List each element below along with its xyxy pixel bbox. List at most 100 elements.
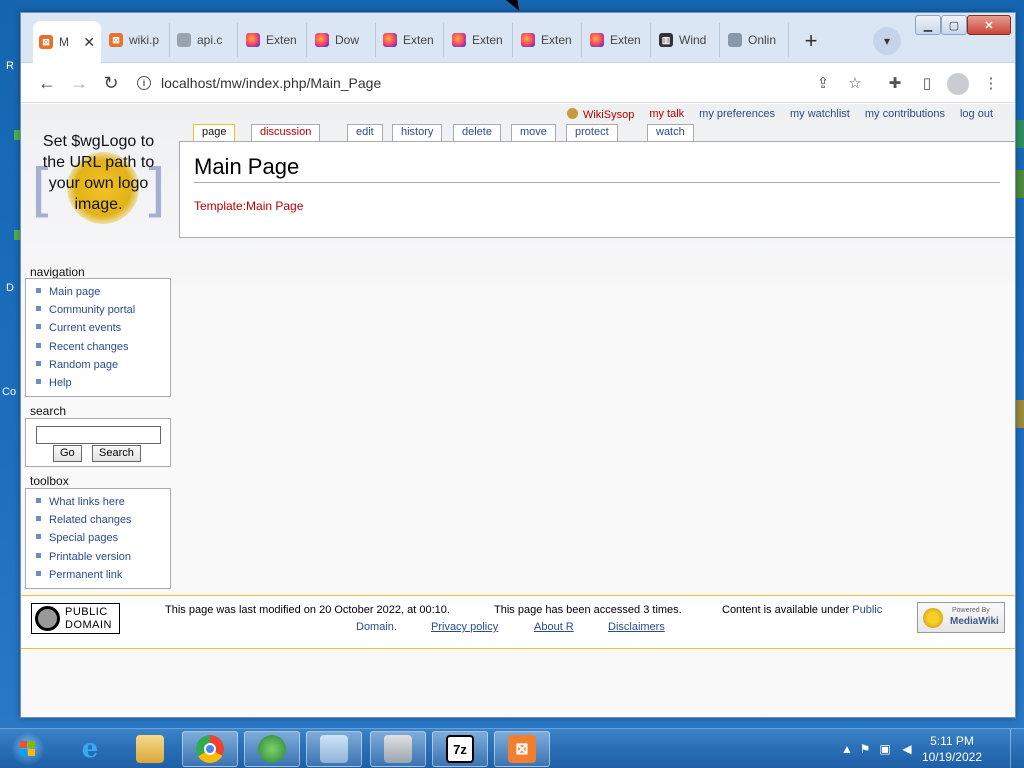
tab-protect[interactable]: protect	[566, 124, 618, 141]
taskbar-chrome[interactable]	[182, 731, 238, 767]
tab-main-page[interactable]: ⊠ M ✕	[33, 21, 101, 63]
toolbox-item-related-changes[interactable]: Related changes	[36, 511, 170, 529]
taskbar-notepad-app[interactable]	[306, 731, 362, 767]
my-talk-link[interactable]: my talk	[649, 108, 684, 121]
tab-history[interactable]: history	[392, 124, 443, 141]
tab[interactable]: api.c	[171, 23, 238, 57]
my-contributions-link[interactable]: my contributions	[865, 108, 945, 121]
back-icon[interactable]: ←	[35, 71, 59, 95]
user-page-link[interactable]: WikiSysop	[566, 108, 634, 121]
menu-icon[interactable]: ⋮	[981, 73, 1001, 93]
disclaimers-link[interactable]: Disclaimers	[608, 621, 665, 633]
sidebar-item-random-page[interactable]: Random page	[36, 356, 170, 374]
url-text[interactable]: localhost/mw/index.php/Main_Page	[161, 75, 381, 91]
desktop-icon[interactable]	[1016, 170, 1024, 198]
my-watchlist-link[interactable]: my watchlist	[790, 108, 850, 121]
my-preferences-link[interactable]: my preferences	[699, 108, 775, 121]
tab[interactable]: Exten	[240, 23, 307, 57]
bullet-icon	[36, 498, 41, 503]
show-hidden-icons-icon[interactable]: ▲	[840, 742, 854, 756]
tab-label: Exten	[472, 33, 503, 47]
tab[interactable]: Onlin	[722, 23, 789, 57]
extensions-icon[interactable]: ✚	[885, 73, 905, 93]
badge-line-1: PUBLIC	[65, 606, 108, 618]
taskbar: e 7z ⊠ ▲ ⚑ ▣ ◀ 5:11 PM 10/19/2022	[0, 728, 1024, 768]
sidebar-item-community-portal[interactable]: Community portal	[36, 301, 170, 319]
sidebar-item-current-events[interactable]: Current events	[36, 319, 170, 337]
bullet-icon	[36, 534, 41, 540]
taskbar-clock[interactable]: 5:11 PM 10/19/2022	[922, 733, 982, 765]
show-desktop-button[interactable]	[1010, 729, 1024, 768]
taskbar-xampp[interactable]: ⊠	[494, 731, 550, 767]
toolbox-item-printable-version[interactable]: Printable version	[36, 548, 170, 566]
search-button[interactable]: Search	[92, 445, 141, 462]
info-icon[interactable]: i	[137, 76, 151, 90]
tab-delete[interactable]: delete	[453, 124, 501, 141]
tab[interactable]: Exten	[446, 23, 513, 57]
navigation-portlet: Main page Community portal Current event…	[25, 278, 171, 397]
toolbox-item-what-links-here[interactable]: What links here	[36, 493, 170, 511]
desktop-icon-label[interactable]: D	[6, 282, 14, 294]
desktop-icon-label[interactable]: Co	[2, 386, 16, 398]
sidebar-item-label: Community portal	[49, 304, 136, 317]
powered-by-text: Powered By	[952, 607, 990, 614]
sidebar-item-label: Main page	[49, 286, 101, 298]
tab-label: Exten	[610, 33, 641, 47]
new-tab-button[interactable]: +	[797, 27, 825, 55]
share-icon[interactable]: ⇪	[813, 73, 833, 93]
toolbox-item-label: Permanent link	[49, 568, 123, 581]
taskbar-installer-app[interactable]	[370, 731, 426, 767]
profile-avatar[interactable]	[947, 73, 969, 95]
powered-by-mediawiki-badge[interactable]: Powered By MediaWiki	[917, 602, 1005, 633]
tab[interactable]: Exten	[515, 23, 582, 57]
privacy-policy-link[interactable]: Privacy policy	[431, 621, 498, 633]
address-bar[interactable]: i localhost/mw/index.php/Main_Page	[137, 67, 867, 99]
desktop-icon[interactable]	[1016, 120, 1024, 148]
site-logo[interactable]: [ ] Set $wgLogo to the URL path to your …	[31, 130, 166, 240]
template-link[interactable]: Template:Main Page	[194, 199, 303, 213]
go-button[interactable]: Go	[53, 445, 82, 462]
sidebar-item-recent-changes[interactable]: Recent changes	[36, 338, 170, 356]
about-link[interactable]: About R	[534, 621, 574, 633]
tab-watch[interactable]: watch	[647, 124, 694, 141]
toolbox-item-special-pages[interactable]: Special pages	[36, 529, 170, 547]
close-tab-icon[interactable]: ✕	[83, 34, 95, 51]
tab-edit[interactable]: edit	[347, 124, 383, 141]
tab-search-button[interactable]: ▾	[873, 27, 901, 55]
tab[interactable]: ▥ Wind	[653, 23, 720, 57]
volume-muted-icon[interactable]: ◀	[900, 742, 914, 756]
log-out-link[interactable]: log out	[960, 108, 993, 121]
tab[interactable]: ⊠ wiki.p	[103, 23, 170, 57]
maximize-button[interactable]: ▢	[941, 15, 967, 35]
public-domain-badge[interactable]: PUBLIC DOMAIN	[31, 603, 120, 634]
search-input[interactable]	[36, 426, 161, 444]
start-button[interactable]	[2, 730, 54, 768]
tab-move[interactable]: move	[511, 124, 556, 141]
tab[interactable]: Exten	[584, 23, 651, 57]
taskbar-7zip[interactable]: 7z	[432, 731, 488, 767]
desktop-icon[interactable]	[1016, 400, 1024, 428]
sidebar-item-main-page[interactable]: Main page	[36, 283, 170, 301]
tab[interactable]: Dow	[309, 23, 376, 57]
desktop-icon-label[interactable]: R	[6, 60, 14, 72]
forward-icon[interactable]: →	[67, 71, 91, 95]
tab-discussion[interactable]: discussion	[251, 124, 321, 141]
taskbar-file-explorer[interactable]	[122, 731, 178, 767]
sidebar-item-label: Current events	[49, 322, 122, 335]
bookmark-star-icon[interactable]: ☆	[845, 73, 865, 93]
sidebar-item-label: Help	[49, 377, 72, 390]
toolbox-item-permanent-link[interactable]: Permanent link	[36, 566, 170, 584]
tab[interactable]: Exten	[377, 23, 444, 57]
reload-icon[interactable]: ↻	[99, 71, 123, 95]
minimize-button[interactable]: ▁	[915, 15, 941, 35]
action-center-flag-icon[interactable]: ⚑	[858, 742, 872, 756]
license-link-public[interactable]: Public	[852, 604, 882, 616]
taskbar-globe-app[interactable]	[244, 731, 300, 767]
close-window-button[interactable]: ✕	[967, 15, 1011, 35]
sidebar-item-help[interactable]: Help	[36, 374, 170, 392]
bullet-icon	[36, 516, 41, 522]
taskbar-internet-explorer[interactable]: e	[62, 731, 118, 767]
network-icon[interactable]: ▣	[878, 742, 892, 756]
side-panel-icon[interactable]: ▯	[917, 73, 937, 93]
license-link-domain[interactable]: Domain.	[356, 621, 397, 633]
